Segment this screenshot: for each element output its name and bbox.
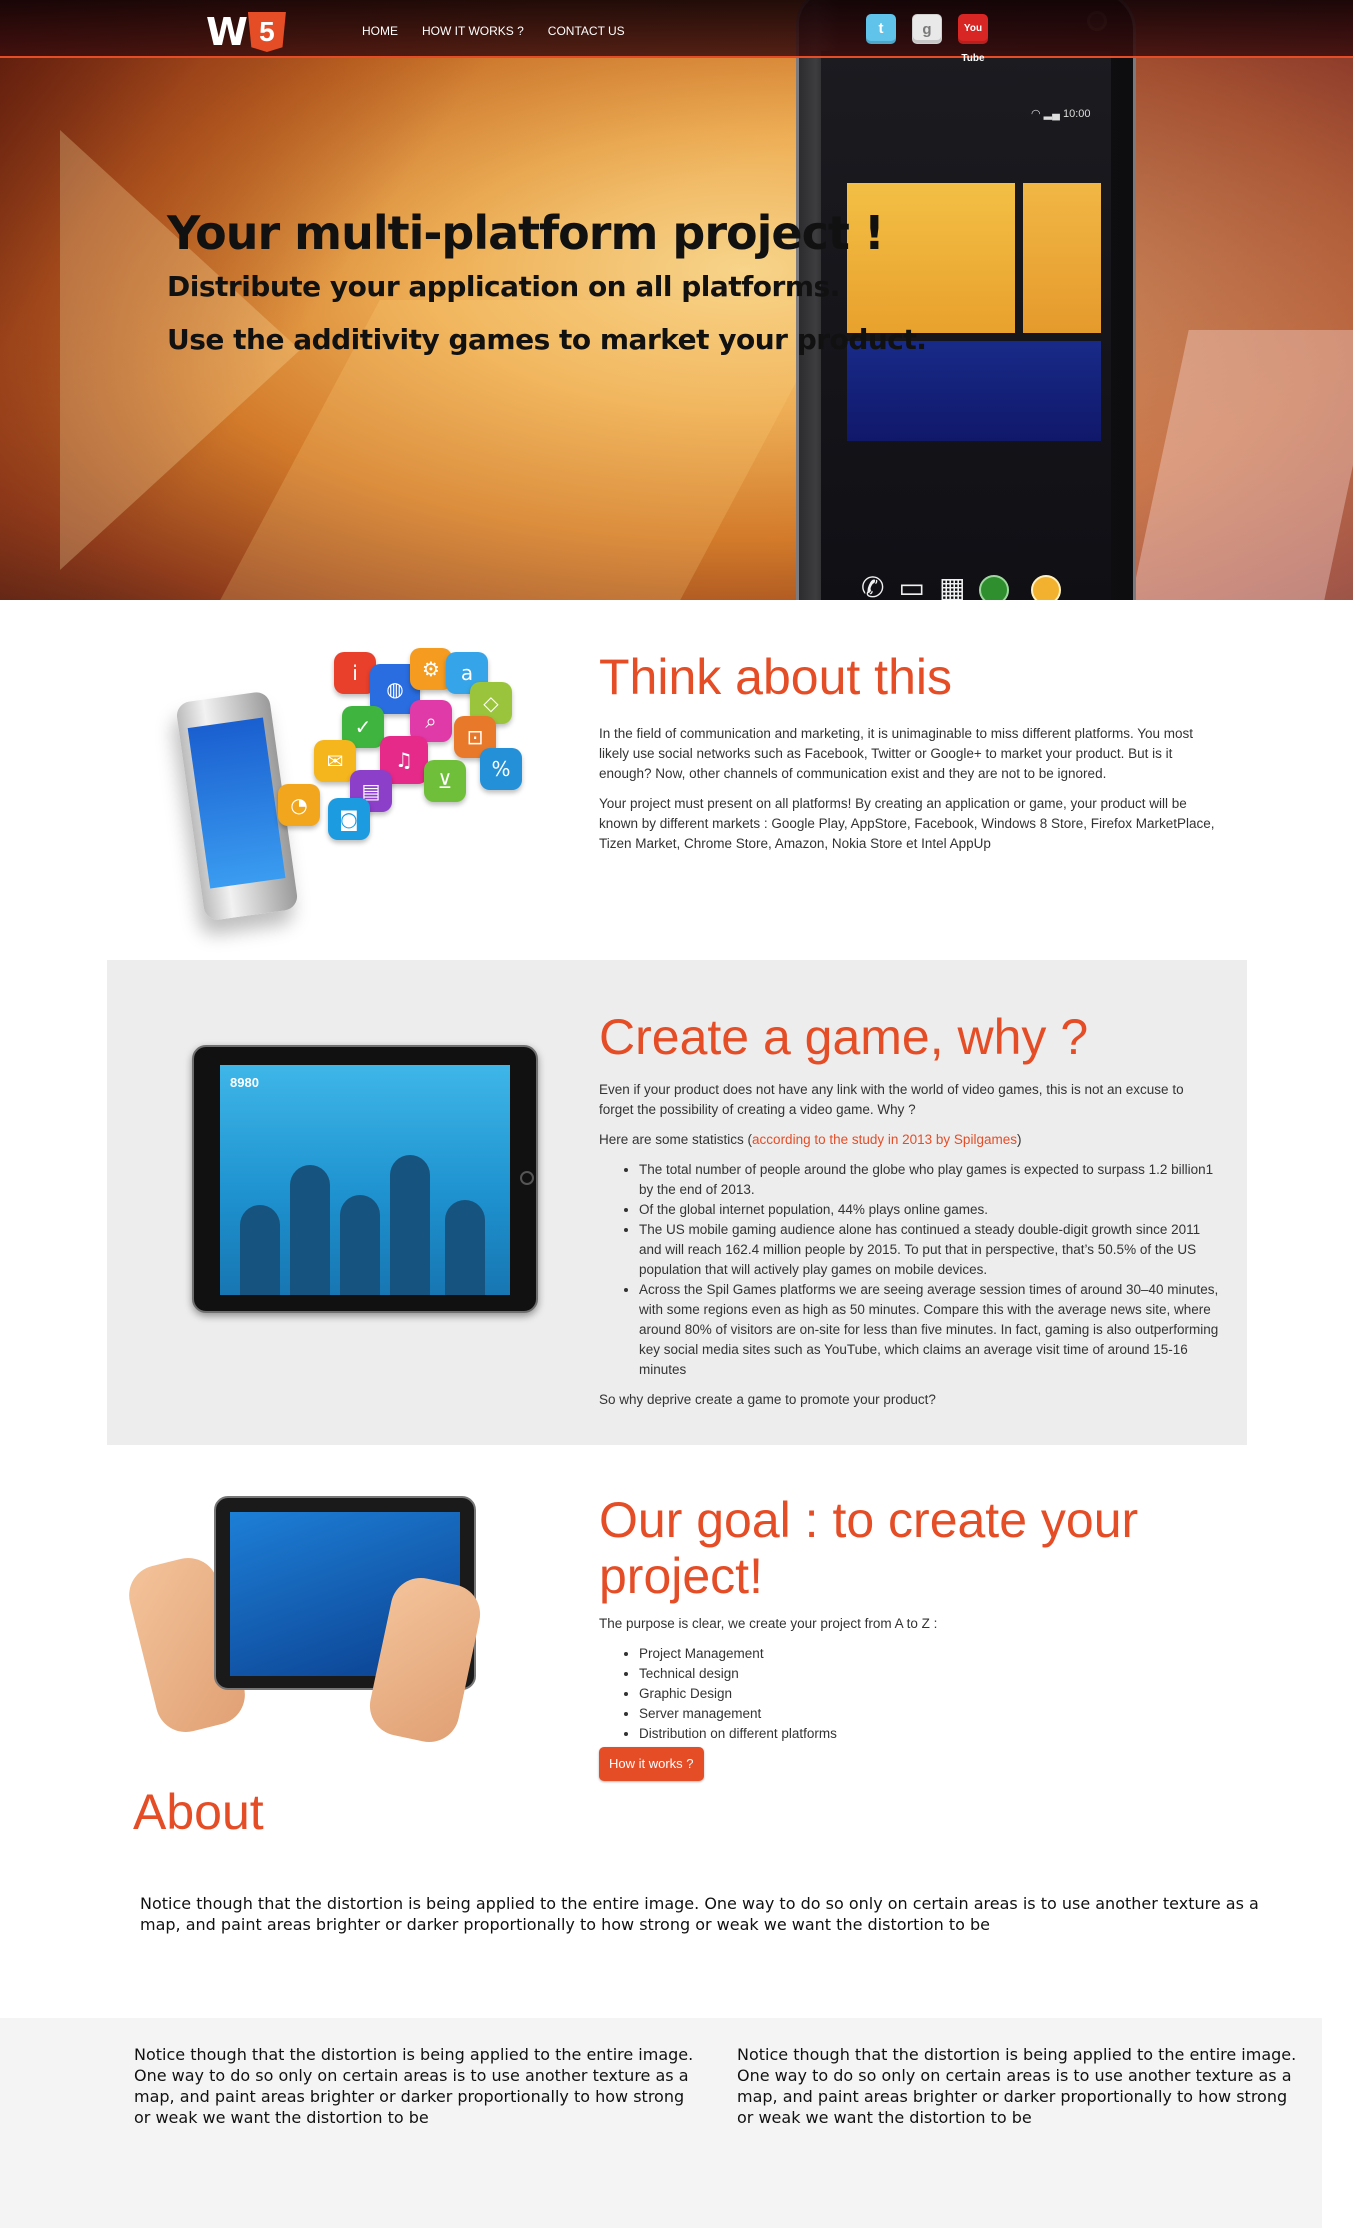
- about-text: Notice though that the distortion is bei…: [140, 1894, 1259, 1934]
- game-scenery: [290, 1165, 330, 1295]
- list-item: Project Management: [639, 1644, 1221, 1664]
- smartphone-screen: [187, 717, 286, 889]
- stats-suffix: ): [1016, 1132, 1022, 1147]
- nav-menu: HOME HOW IT WORKS ? CONTACT US: [362, 24, 625, 38]
- list-item: Distribution on different platforms: [639, 1724, 1221, 1744]
- youtube-icon[interactable]: You Tube: [958, 14, 988, 64]
- goal-title: Our goal : to create your project!: [599, 1492, 1221, 1604]
- game-title: Create a game, why ?: [599, 1009, 1089, 1065]
- think-title: Think about this: [599, 649, 952, 705]
- html5-shield-icon: 5: [247, 12, 286, 52]
- hero-subtitle-1: Distribute your application on all platf…: [167, 270, 840, 303]
- signal-icon: ▂▄: [1043, 108, 1060, 120]
- tablet-screen: 8980: [220, 1065, 510, 1295]
- hero-banner: ◠ ▂▄ 10:00 ✆▭▦ htc Your multi-platform p…: [0, 0, 1353, 600]
- game-content: Create a game, why ? Even if your produc…: [599, 1008, 1221, 1420]
- camera-app-icon: ◙: [328, 798, 370, 840]
- list-item: Across the Spil Games platforms we are s…: [639, 1280, 1221, 1380]
- goal-title-line-1: Our goal : to create your: [599, 1492, 1139, 1548]
- hero-subtitle-2: Use the additivity games to market your …: [167, 323, 927, 356]
- footer-column-1: Notice though that the distortion is bei…: [134, 2045, 694, 2127]
- cart-icon: ⊻: [424, 760, 466, 802]
- goal-title-line-2: project!: [599, 1548, 763, 1604]
- think-content: Think about this In the field of communi…: [599, 648, 1221, 864]
- game-scenery: [445, 1200, 485, 1295]
- game-stats-list: The total number of people around the gl…: [599, 1160, 1221, 1380]
- game-scenery: [240, 1205, 280, 1295]
- top-navbar: W 5 HOME HOW IT WORKS ? CONTACT US t g Y…: [0, 0, 1353, 64]
- hero-text: Your multi-platform project ! Distribute…: [167, 206, 927, 376]
- list-item: The total number of people around the gl…: [639, 1160, 1221, 1200]
- percent-icon: %: [480, 748, 522, 790]
- game-scenery: [390, 1155, 430, 1295]
- social-links: t g You Tube: [866, 14, 988, 64]
- footer-column-2: Notice though that the distortion is bei…: [737, 2045, 1297, 2127]
- goal-services-list: Project Management Technical design Grap…: [599, 1644, 1221, 1744]
- phone-call-icon: ✆: [861, 572, 899, 600]
- game-stats-intro: Here are some statistics (according to t…: [599, 1130, 1221, 1150]
- phone-status-bar: ◠ ▂▄ 10:00: [1031, 107, 1091, 120]
- spilgames-study-link[interactable]: according to the study in 2013 by Spilga…: [752, 1132, 1017, 1147]
- game-paragraph-1: Even if your product does not have any l…: [599, 1082, 1184, 1117]
- how-it-works-button[interactable]: How it works ?: [599, 1747, 704, 1781]
- about-title: About: [133, 1784, 264, 1840]
- think-paragraph-1: In the field of communication and market…: [599, 726, 1194, 781]
- list-item: The US mobile gaming audience alone has …: [639, 1220, 1221, 1280]
- game-score: 8980: [230, 1075, 259, 1090]
- phone-time: 10:00: [1063, 108, 1091, 120]
- list-item: Technical design: [639, 1664, 1221, 1684]
- tablet-game-image: 8980: [192, 1045, 538, 1313]
- nav-how-it-works[interactable]: HOW IT WORKS ?: [422, 24, 524, 38]
- google-icon[interactable]: g: [912, 14, 942, 44]
- hero-title: Your multi-platform project !: [167, 206, 885, 260]
- twitter-icon[interactable]: t: [866, 14, 896, 44]
- think-paragraph-2: Your project must present on all platfor…: [599, 796, 1215, 851]
- list-item: Graphic Design: [639, 1684, 1221, 1704]
- nav-home[interactable]: HOME: [362, 24, 398, 38]
- game-closing: So why deprive create a game to promote …: [599, 1392, 936, 1407]
- phone-tile: [1023, 183, 1101, 333]
- game-scenery: [340, 1195, 380, 1295]
- browser-icon: [979, 574, 1010, 600]
- logo-letter: W: [206, 10, 248, 54]
- site-logo[interactable]: W 5: [206, 12, 286, 52]
- wifi-icon: ◠: [1031, 108, 1041, 120]
- chat-icon: ▭: [898, 572, 939, 600]
- list-item: Server management: [639, 1704, 1221, 1724]
- goal-intro: The purpose is clear, we create your pro…: [599, 1616, 938, 1631]
- list-item: Of the global internet population, 44% p…: [639, 1200, 1221, 1220]
- tablet-home-button: [520, 1171, 534, 1185]
- goal-content: Our goal : to create your project! The p…: [599, 1492, 1221, 1754]
- stats-prefix: Here are some statistics (: [599, 1132, 753, 1147]
- rss-icon: ◔: [278, 784, 320, 826]
- camera-icon: [1031, 574, 1062, 600]
- apps-grid-icon: ▦: [938, 572, 980, 600]
- phone-dock: ✆▭▦: [861, 571, 1062, 600]
- nav-contact-us[interactable]: CONTACT US: [548, 24, 625, 38]
